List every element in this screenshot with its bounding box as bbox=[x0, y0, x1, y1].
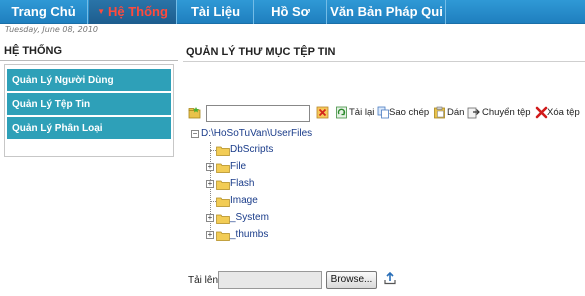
expand-icon[interactable]: + bbox=[206, 180, 214, 188]
nav-label: Văn Bản Pháp Qui bbox=[330, 4, 443, 19]
tree-root-label: D:\HoSoTuVan\UserFiles bbox=[201, 128, 313, 139]
folder-icon bbox=[216, 163, 230, 173]
page-title: QUẢN LÝ THƯ MỤC TỆP TIN bbox=[186, 46, 336, 58]
upload-icon[interactable] bbox=[383, 271, 397, 285]
tree-node-label: DbScripts bbox=[230, 144, 274, 155]
nav-label: Hồ Sơ bbox=[271, 4, 310, 19]
folder-icon bbox=[216, 146, 230, 156]
nav-trang-chu[interactable]: Trang Chủ bbox=[0, 0, 88, 24]
reload-icon[interactable] bbox=[335, 106, 348, 119]
browse-button[interactable]: Browse... bbox=[326, 271, 377, 289]
sidebar-title: HỆ THỐNG bbox=[4, 45, 63, 57]
nav-ho-so[interactable]: Hồ Sơ bbox=[255, 0, 327, 24]
upload-file-field[interactable] bbox=[218, 271, 322, 289]
sidebar-item-label: Quản Lý Người Dùng bbox=[12, 75, 114, 86]
clear-icon[interactable] bbox=[316, 106, 329, 119]
nav-label: Hệ Thống bbox=[107, 4, 168, 19]
sidebar-item-label: Quản Lý Tệp Tin bbox=[12, 99, 91, 110]
paste-button[interactable]: Dán bbox=[447, 107, 464, 118]
expand-icon[interactable]: + bbox=[206, 214, 214, 222]
upload-label: Tải lên bbox=[188, 275, 219, 286]
folder-icon bbox=[216, 214, 230, 224]
move-icon[interactable] bbox=[467, 106, 480, 119]
expand-icon[interactable]: + bbox=[206, 231, 214, 239]
new-folder-icon[interactable] bbox=[188, 106, 201, 119]
app-root: Trang Chủ ▼ Hệ Thống Tài Liệu Hồ Sơ Văn B… bbox=[0, 0, 585, 296]
paste-icon[interactable] bbox=[433, 106, 446, 119]
top-nav: Trang Chủ ▼ Hệ Thống Tài Liệu Hồ Sơ Văn B… bbox=[0, 0, 585, 24]
tree-node-label: _thumbs bbox=[230, 229, 269, 240]
folder-icon bbox=[216, 197, 230, 207]
folder-name-input[interactable] bbox=[206, 105, 310, 122]
nav-label: Trang Chủ bbox=[11, 4, 76, 19]
file-toolbar: Tải lại Sao chép Dán Chuyển tệp Xóa tệp bbox=[188, 104, 583, 124]
copy-button[interactable]: Sao chép bbox=[389, 107, 429, 118]
tree-node-label: Flash bbox=[230, 178, 255, 189]
caret-down-icon: ▼ bbox=[97, 7, 105, 16]
nav-van-ban-phap-qui[interactable]: Văn Bản Pháp Qui bbox=[328, 0, 446, 24]
sidebar-item-quan-ly-phan-loai[interactable]: Quản Lý Phân Loại bbox=[7, 117, 171, 140]
sidebar-item-quan-ly-nguoi-dung[interactable]: Quản Lý Người Dùng bbox=[7, 69, 171, 92]
title-divider bbox=[183, 61, 585, 62]
sidebar-menu: Quản Lý Người Dùng Quản Lý Tệp Tin Quản … bbox=[4, 64, 174, 157]
collapse-icon[interactable]: − bbox=[191, 130, 199, 138]
expand-icon[interactable]: + bbox=[206, 163, 214, 171]
sidebar-header: HỆ THỐNG bbox=[0, 41, 178, 61]
nav-tai-lieu[interactable]: Tài Liệu bbox=[178, 0, 254, 24]
move-button[interactable]: Chuyển tệp bbox=[482, 107, 531, 118]
folder-tree: − D:\HoSoTuVan\UserFiles DbScripts + Fil… bbox=[190, 128, 490, 248]
tree-node-label: Image bbox=[230, 195, 258, 206]
folder-icon bbox=[216, 231, 230, 241]
sidebar-item-label: Quản Lý Phân Loại bbox=[12, 123, 103, 134]
tree-node-label: File bbox=[230, 161, 247, 172]
date-text: Tuesday, June 08, 2010 bbox=[5, 25, 99, 34]
tree-node-label: _System bbox=[230, 212, 269, 223]
folder-icon bbox=[216, 180, 230, 190]
sidebar-item-quan-ly-tep-tin[interactable]: Quản Lý Tệp Tin bbox=[7, 93, 171, 116]
tree-connector bbox=[210, 142, 211, 238]
nav-label: Tài Liệu bbox=[190, 4, 241, 19]
delete-button[interactable]: Xóa tệp bbox=[547, 107, 580, 118]
nav-he-thong[interactable]: ▼ Hệ Thống bbox=[89, 0, 177, 24]
reload-button[interactable]: Tải lại bbox=[349, 107, 374, 118]
